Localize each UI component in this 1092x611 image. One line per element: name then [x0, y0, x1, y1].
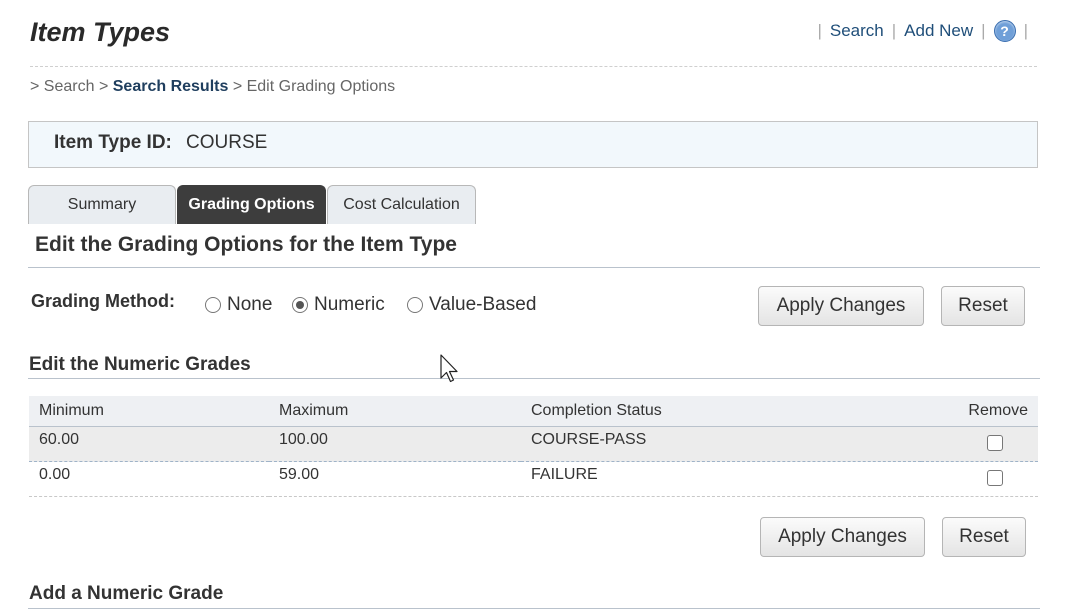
radio-none-label: None	[227, 294, 273, 315]
add-new-link[interactable]: Add New	[904, 21, 973, 41]
header-divider	[30, 66, 1037, 67]
apply-changes-button-bottom[interactable]: Apply Changes	[760, 517, 925, 557]
cell-remove	[921, 426, 1038, 462]
remove-checkbox[interactable]	[987, 470, 1003, 486]
item-type-id-value: COURSE	[186, 132, 268, 153]
reset-button-bottom[interactable]: Reset	[942, 517, 1026, 557]
grading-option-none[interactable]: None	[205, 294, 272, 316]
cell-remove	[921, 461, 1038, 497]
help-icon[interactable]: ?	[993, 20, 1016, 42]
cell-minimum: 0.00	[29, 461, 269, 497]
add-numeric-grade-title: Add a Numeric Grade	[29, 583, 224, 604]
table-row: 60.00 100.00 COURSE-PASS	[29, 426, 1038, 462]
radio-numeric[interactable]	[292, 297, 308, 313]
table-header-row: Minimum Maximum Completion Status Remove	[29, 396, 1038, 427]
mouse-pointer-icon	[440, 354, 458, 383]
tab-cost-calculation[interactable]: Cost Calculation	[327, 185, 476, 224]
table-row: 0.00 59.00 FAILURE	[29, 461, 1038, 497]
tab-summary[interactable]: Summary	[28, 185, 176, 224]
link-separator: |	[981, 21, 986, 40]
cell-maximum: 59.00	[269, 461, 521, 497]
tab-grading-options[interactable]: Grading Options	[177, 185, 326, 224]
top-links: | Search | Add New | ? |	[809, 20, 1036, 42]
add-grade-divider	[28, 608, 1040, 609]
item-type-id-label: Item Type ID:	[54, 132, 172, 153]
breadcrumb-separator: >	[232, 78, 243, 95]
section-divider	[28, 267, 1040, 268]
radio-value-based-label: Value-Based	[429, 294, 537, 315]
radio-none[interactable]	[205, 297, 221, 313]
grading-option-numeric[interactable]: Numeric	[292, 294, 385, 316]
item-type-id-box: Item Type ID: COURSE	[28, 121, 1038, 168]
search-link[interactable]: Search	[830, 21, 884, 41]
page-title: Item Types	[30, 17, 171, 47]
cell-minimum: 60.00	[29, 426, 269, 462]
remove-checkbox[interactable]	[987, 435, 1003, 451]
link-separator: |	[891, 21, 897, 40]
breadcrumb-separator: >	[30, 78, 40, 95]
column-header-remove: Remove	[921, 396, 1038, 427]
numeric-grades-title: Edit the Numeric Grades	[29, 354, 251, 375]
link-separator: |	[817, 21, 822, 40]
radio-numeric-label: Numeric	[314, 294, 385, 315]
section-title: Edit the Grading Options for the Item Ty…	[35, 233, 457, 256]
apply-changes-button[interactable]: Apply Changes	[758, 286, 924, 326]
cell-completion-status: COURSE-PASS	[521, 426, 921, 462]
column-header-maximum: Maximum	[269, 396, 521, 427]
numeric-grades-table: Minimum Maximum Completion Status Remove…	[29, 396, 1038, 497]
cell-completion-status: FAILURE	[521, 461, 921, 497]
cell-maximum: 100.00	[269, 426, 521, 462]
column-header-minimum: Minimum	[29, 396, 269, 427]
grading-option-value-based[interactable]: Value-Based	[407, 294, 536, 316]
reset-button[interactable]: Reset	[941, 286, 1025, 326]
column-header-completion-status: Completion Status	[521, 396, 921, 427]
breadcrumb: > Search > Search Results > Edit Grading…	[30, 78, 395, 96]
breadcrumb-current: Edit Grading Options	[246, 78, 396, 95]
breadcrumb-separator: >	[98, 78, 109, 95]
breadcrumb-search[interactable]: Search	[44, 78, 95, 95]
link-separator: |	[1023, 21, 1028, 40]
grading-method-label: Grading Method:	[31, 291, 175, 311]
numeric-grades-divider	[28, 378, 1040, 379]
radio-value-based[interactable]	[407, 297, 423, 313]
breadcrumb-search-results[interactable]: Search Results	[113, 78, 229, 95]
